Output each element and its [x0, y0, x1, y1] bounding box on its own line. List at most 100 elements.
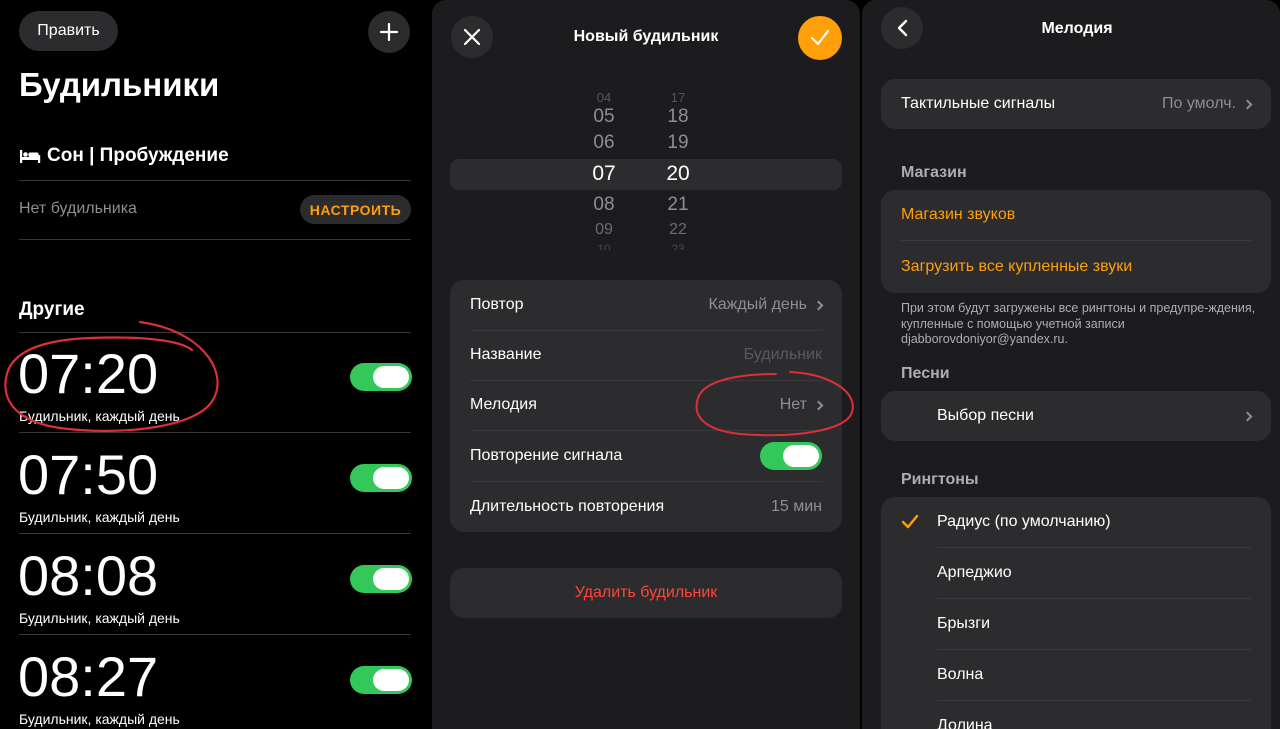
- alarm-subtitle: Будильник, каждый день: [19, 610, 180, 626]
- divider: [19, 180, 411, 181]
- store-group: Магазин звуков Загрузить все купленные з…: [881, 190, 1271, 293]
- picker-selection-band: [450, 159, 842, 190]
- snooze-duration-value: 15 мин: [770, 498, 822, 515]
- toggle-knob: [373, 669, 409, 691]
- divider: [19, 332, 411, 333]
- tone-store-label: Магазин звуков: [901, 206, 1016, 223]
- melody-screen: Мелодия Тактильные сигналы По умолч. Маг…: [862, 0, 1280, 729]
- picker-value: 08: [593, 194, 615, 215]
- chevron-right-icon: [1242, 411, 1253, 421]
- picker-value: 10: [597, 242, 611, 250]
- melody-label: Мелодия: [470, 396, 537, 413]
- alarm-row[interactable]: 08:27 Будильник, каждый день: [0, 640, 432, 729]
- melody-title: Мелодия: [1041, 20, 1113, 37]
- ringtone-name: Долина: [937, 717, 993, 729]
- chevron-right-icon: [813, 400, 824, 410]
- checkmark-icon: [901, 514, 919, 529]
- haptics-row-content: Тактильные сигналы По умолч.: [901, 79, 1253, 129]
- alarm-row[interactable]: 08:08 Будильник, каждый день: [0, 539, 432, 639]
- snooze-duration-label: Длительность повторения: [470, 498, 665, 515]
- melody-row[interactable]: Мелодия Нет: [470, 380, 824, 430]
- toggle-knob: [373, 467, 409, 489]
- repeat-label: Повтор: [470, 296, 524, 313]
- ringtone-name: Брызги: [937, 615, 991, 632]
- snooze-toggle[interactable]: [760, 442, 822, 470]
- picker-value: 21: [667, 194, 689, 215]
- bed-icon: [20, 150, 41, 163]
- download-all-label: Загрузить все купленные звуки: [901, 258, 1133, 275]
- divider: [19, 239, 411, 240]
- alarm-subtitle: Будильник, каждый день: [19, 711, 180, 727]
- chevron-right-icon: [813, 300, 824, 310]
- repeat-value: Каждый день: [708, 296, 807, 313]
- tone-store-link[interactable]: Магазин звуков: [901, 190, 1251, 240]
- alarm-toggle[interactable]: [350, 363, 412, 391]
- songs-section-title: Песни: [901, 365, 950, 382]
- toggle-knob: [783, 445, 819, 467]
- edit-button[interactable]: Править: [19, 11, 118, 51]
- picker-value: 06: [593, 132, 615, 153]
- plus-icon: [379, 22, 399, 42]
- picker-value: 05: [593, 106, 615, 127]
- snooze-duration-row[interactable]: Длительность повторения 15 мин: [470, 482, 822, 532]
- alarm-toggle[interactable]: [350, 464, 412, 492]
- alarm-settings-group: Повтор Каждый день Название Будильник Ме…: [450, 280, 842, 532]
- sleep-wake-header: Сон | Пробуждение: [19, 145, 229, 167]
- divider: [19, 634, 411, 635]
- ringtone-item[interactable]: Радиус (по умолчанию): [901, 497, 1251, 547]
- picker-value: 17: [670, 90, 686, 105]
- sheet-title: Новый будильник: [573, 28, 719, 45]
- ringtones-section-title: Рингтоны: [901, 471, 979, 488]
- ringtone-item[interactable]: Арпеджио: [937, 548, 1251, 598]
- chevron-right-icon: [1242, 99, 1253, 109]
- setup-button[interactable]: НАСТРОИТЬ: [300, 195, 411, 224]
- close-button[interactable]: [451, 16, 493, 58]
- alarm-time: 07:20: [18, 342, 159, 405]
- picker-value: 19: [667, 132, 689, 153]
- alarm-subtitle: Будильник, каждый день: [19, 509, 180, 525]
- picker-selected-hour: 07: [592, 162, 616, 185]
- name-input[interactable]: Будильник: [744, 346, 822, 364]
- ringtone-name: Арпеджио: [937, 564, 1012, 581]
- download-all-link[interactable]: Загрузить все купленные звуки: [901, 242, 1251, 292]
- divider: [19, 432, 411, 433]
- toggle-knob: [373, 366, 409, 388]
- pick-song-row[interactable]: Выбор песни: [881, 391, 1271, 441]
- picker-value: 22: [669, 221, 687, 238]
- picker-value: 09: [595, 221, 613, 238]
- ringtones-list: Радиус (по умолчанию) Арпеджио Брызги Во…: [881, 497, 1271, 729]
- alarm-subtitle: Будильник, каждый день: [19, 408, 180, 424]
- alarm-row[interactable]: 07:50 Будильник, каждый день: [0, 438, 432, 538]
- ringtone-item[interactable]: Волна: [937, 650, 1251, 700]
- alarm-time: 07:50: [18, 443, 159, 506]
- store-section-title: Магазин: [901, 164, 967, 181]
- other-section-title: Другие: [19, 299, 85, 320]
- alarm-row[interactable]: 07:20 Будильник, каждый день: [0, 337, 432, 437]
- snooze-row: Повторение сигнала: [470, 431, 822, 481]
- ringtone-item[interactable]: Брызги: [937, 599, 1251, 649]
- repeat-row[interactable]: Повтор Каждый день: [470, 280, 824, 330]
- alarm-time: 08:27: [18, 645, 159, 708]
- alarm-time: 08:08: [18, 544, 159, 607]
- ringtone-item[interactable]: Долина: [937, 701, 1251, 729]
- ringtone-name: Радиус (по умолчанию): [937, 513, 1111, 530]
- alarm-toggle[interactable]: [350, 565, 412, 593]
- back-button[interactable]: [881, 7, 923, 49]
- edit-label: Править: [37, 22, 100, 39]
- store-note: При этом будут загружены все рингтоны и …: [901, 301, 1256, 346]
- haptics-row[interactable]: Тактильные сигналы По умолч.: [881, 79, 1271, 129]
- haptics-value: По умолч.: [1162, 95, 1236, 112]
- delete-alarm-button[interactable]: Удалить будильник: [450, 568, 842, 618]
- pick-song-label: Выбор песни: [937, 407, 1034, 424]
- picker-value: 04: [596, 90, 612, 105]
- name-row[interactable]: Название Будильник: [470, 330, 822, 380]
- haptics-label: Тактильные сигналы: [901, 95, 1056, 112]
- melody-value: Нет: [779, 396, 807, 413]
- add-alarm-button[interactable]: [368, 11, 410, 53]
- snooze-label: Повторение сигнала: [470, 447, 623, 464]
- toggle-knob: [373, 568, 409, 590]
- picker-value: 23: [671, 242, 685, 250]
- confirm-button[interactable]: [798, 16, 842, 60]
- alarm-toggle[interactable]: [350, 666, 412, 694]
- new-alarm-sheet: Новый будильник 04 05 06 07 08 09 10 17 …: [432, 0, 860, 729]
